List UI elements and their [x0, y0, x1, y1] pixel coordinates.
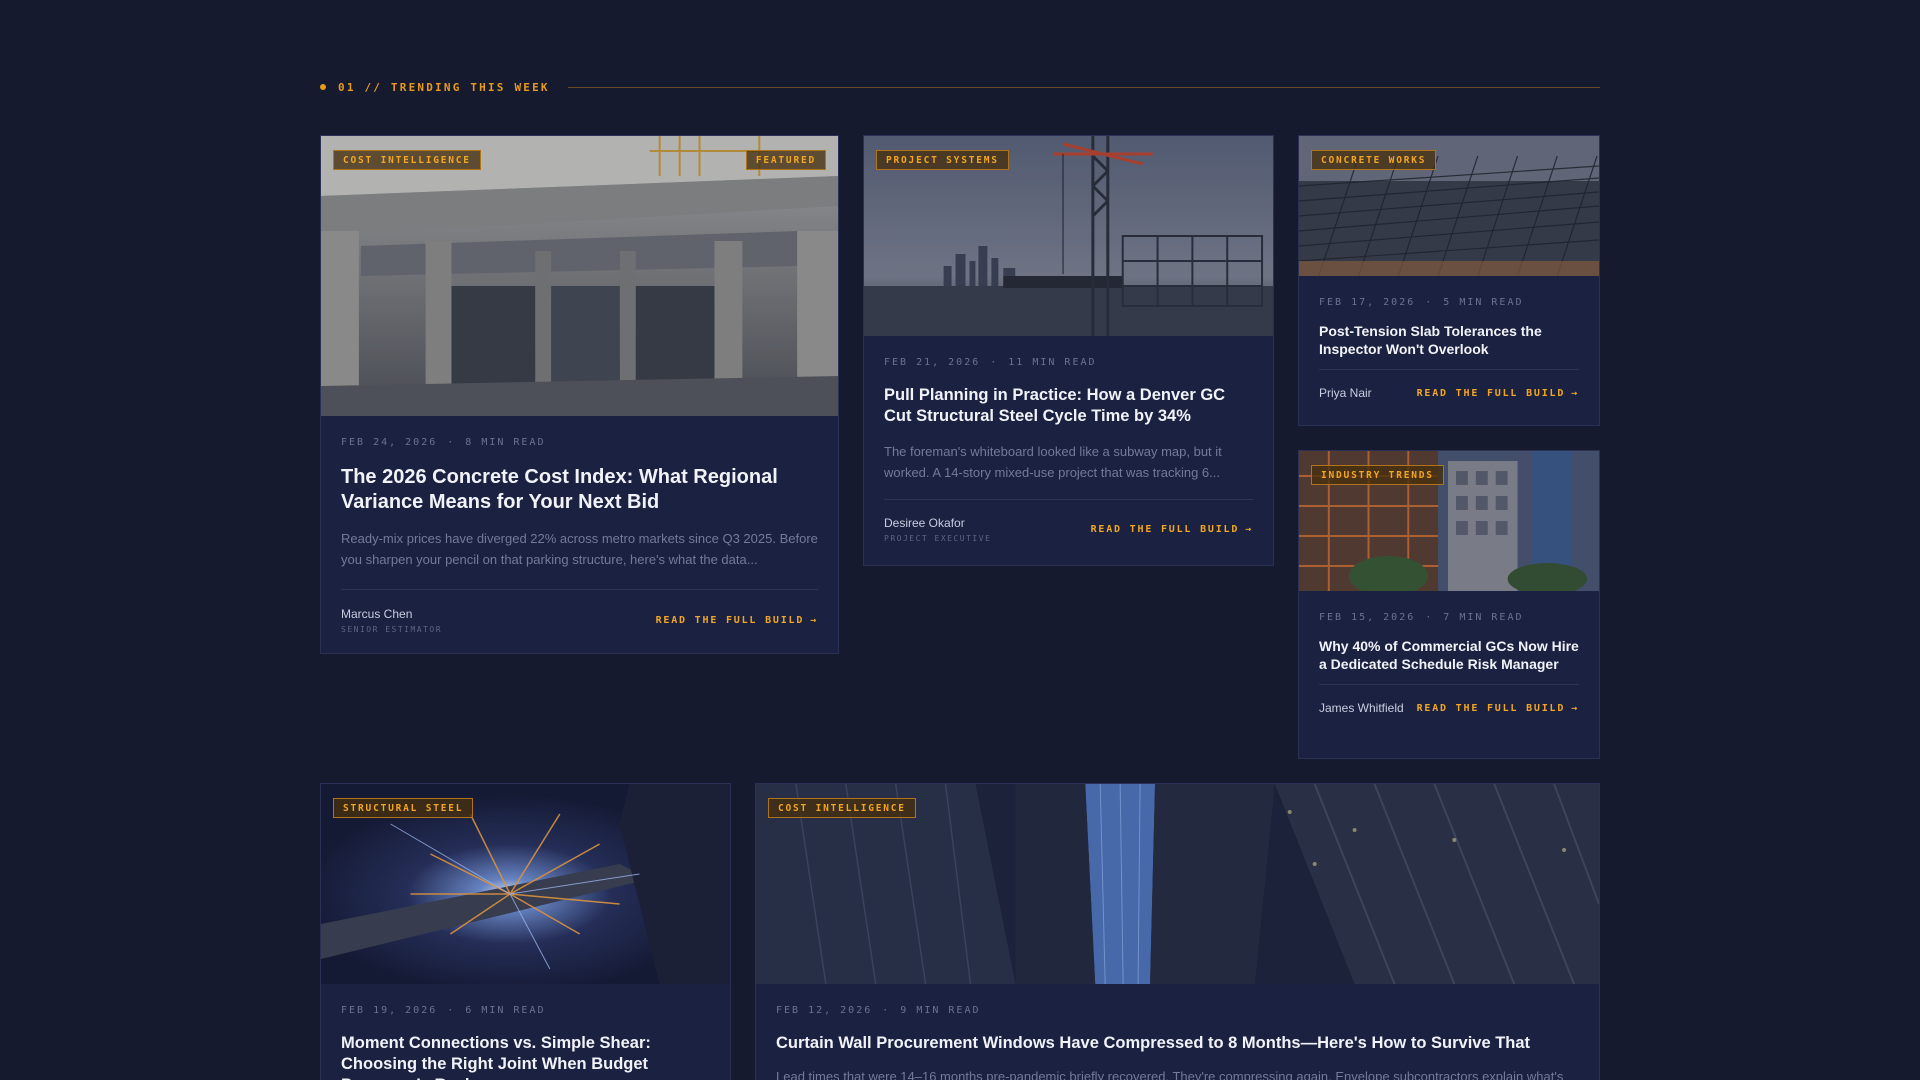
- arrow-right-icon: →: [1571, 387, 1579, 399]
- read-more-link[interactable]: READ THE FULL BUILD →: [1417, 703, 1579, 714]
- concrete-structure-image: [321, 136, 838, 416]
- arrow-right-icon: →: [810, 615, 818, 626]
- article-card[interactable]: INDUSTRY TRENDS FEB 15, 2026 · 7 MIN READ …: [1298, 450, 1600, 759]
- section-header: 01 // TRENDING THIS WEEK: [320, 80, 1600, 94]
- article-title[interactable]: The 2026 Concrete Cost Index: What Regio…: [341, 465, 818, 515]
- card-divider: [1319, 369, 1579, 370]
- article-date: FEB 24, 2026: [341, 437, 438, 448]
- author-role: PROJECT EXECUTIVE: [884, 534, 992, 543]
- article-date: FEB 12, 2026: [776, 1005, 873, 1016]
- article-excerpt: Ready-mix prices have diverged 22% acros…: [341, 531, 818, 567]
- read-more-link[interactable]: READ THE FULL BUILD →: [1417, 388, 1579, 399]
- article-card-featured[interactable]: COST INTELLIGENCE FEATURED FEB 24, 2026 ·…: [320, 135, 839, 654]
- author-name: Desiree Okafor: [884, 516, 965, 530]
- author-name: Priya Nair: [1319, 386, 1372, 400]
- article-title[interactable]: Curtain Wall Procurement Windows Have Co…: [776, 1033, 1579, 1054]
- card-image: INDUSTRY TRENDS: [1299, 451, 1599, 591]
- article-excerpt: Lead times that were 14–16 months pre-pa…: [776, 1069, 1564, 1080]
- card-divider: [884, 499, 1253, 500]
- article-date: FEB 15, 2026: [1319, 612, 1416, 623]
- read-more-label: READ THE FULL BUILD: [1090, 524, 1240, 535]
- card-image: COST INTELLIGENCE FEATURED: [321, 136, 838, 416]
- article-date: FEB 21, 2026: [884, 357, 981, 368]
- author-name: James Whitfield: [1319, 701, 1404, 715]
- article-date: FEB 17, 2026: [1319, 297, 1416, 308]
- article-card[interactable]: CONCRETE WORKS FEB 17, 2026 · 5 MIN READ P…: [1298, 135, 1600, 426]
- read-time: 8 MIN READ: [465, 437, 546, 448]
- section-dot-icon: [320, 84, 326, 90]
- article-meta: FEB 19, 2026 · 6 MIN READ: [341, 1005, 710, 1016]
- article-meta: FEB 24, 2026 · 8 MIN READ: [341, 437, 818, 448]
- read-time: 6 MIN READ: [465, 1005, 546, 1016]
- card-divider: [1319, 684, 1579, 685]
- article-meta: FEB 17, 2026 · 5 MIN READ: [1319, 297, 1579, 308]
- author-block: Marcus Chen SENIOR ESTIMATOR: [341, 607, 442, 634]
- author-block: Desiree Okafor PROJECT EXECUTIVE: [884, 516, 991, 543]
- article-card[interactable]: PROJECT SYSTEMS FEB 21, 2026 · 11 MIN READ…: [863, 135, 1274, 566]
- category-tag[interactable]: COST INTELLIGENCE: [768, 798, 916, 818]
- author-role: SENIOR ESTIMATOR: [341, 625, 443, 634]
- article-card[interactable]: STRUCTURAL STEEL FEB 19, 2026 · 6 MIN READ…: [320, 783, 731, 1080]
- article-title[interactable]: Why 40% of Commercial GCs Now Hire a Ded…: [1319, 637, 1579, 673]
- article-card-wide[interactable]: COST INTELLIGENCE FEB 12, 2026 · 9 MIN REA…: [755, 783, 1600, 1080]
- meta-separator: ·: [447, 1005, 456, 1016]
- meta-separator: ·: [882, 1005, 891, 1016]
- meta-separator: ·: [1425, 297, 1434, 308]
- read-time: 9 MIN READ: [900, 1005, 981, 1016]
- arrow-right-icon: →: [1245, 524, 1253, 535]
- category-tag[interactable]: STRUCTURAL STEEL: [333, 798, 474, 818]
- featured-badge: FEATURED: [745, 150, 826, 170]
- category-tag[interactable]: INDUSTRY TRENDS: [1311, 465, 1444, 485]
- read-time: 11 MIN READ: [1008, 357, 1097, 368]
- card-divider: [341, 589, 818, 590]
- article-title[interactable]: Pull Planning in Practice: How a Denver …: [884, 385, 1253, 427]
- arrow-right-icon: →: [1571, 702, 1579, 714]
- card-image: PROJECT SYSTEMS: [864, 136, 1273, 336]
- read-more-link[interactable]: READ THE FULL BUILD →: [1091, 524, 1253, 535]
- article-meta: FEB 15, 2026 · 7 MIN READ: [1319, 612, 1579, 623]
- article-title[interactable]: Moment Connections vs. Simple Shear: Cho…: [341, 1033, 710, 1080]
- read-more-label: READ THE FULL BUILD: [655, 615, 805, 626]
- article-date: FEB 19, 2026: [341, 1005, 438, 1016]
- read-time: 5 MIN READ: [1443, 297, 1524, 308]
- read-more-link[interactable]: READ THE FULL BUILD →: [656, 615, 818, 626]
- section-divider: [567, 86, 1600, 88]
- read-more-label: READ THE FULL BUILD: [1416, 702, 1566, 714]
- read-more-label: READ THE FULL BUILD: [1416, 387, 1566, 399]
- article-title[interactable]: Post-Tension Slab Tolerances the Inspect…: [1319, 322, 1579, 358]
- meta-separator: ·: [990, 357, 999, 368]
- section-title: 01 // TRENDING THIS WEEK: [338, 80, 550, 94]
- card-image: CONCRETE WORKS: [1299, 136, 1599, 276]
- read-time: 7 MIN READ: [1443, 612, 1524, 623]
- meta-separator: ·: [1425, 612, 1434, 623]
- category-tag[interactable]: PROJECT SYSTEMS: [876, 150, 1009, 170]
- article-meta: FEB 21, 2026 · 11 MIN READ: [884, 357, 1253, 368]
- card-image: COST INTELLIGENCE: [756, 784, 1599, 984]
- category-tag[interactable]: COST INTELLIGENCE: [333, 150, 481, 170]
- category-tag[interactable]: CONCRETE WORKS: [1311, 150, 1437, 170]
- card-image: STRUCTURAL STEEL: [321, 784, 730, 984]
- article-excerpt: The foreman's whiteboard looked like a s…: [884, 444, 1222, 480]
- meta-separator: ·: [447, 437, 456, 448]
- author-name: Marcus Chen: [341, 607, 413, 621]
- article-meta: FEB 12, 2026 · 9 MIN READ: [776, 1005, 1579, 1016]
